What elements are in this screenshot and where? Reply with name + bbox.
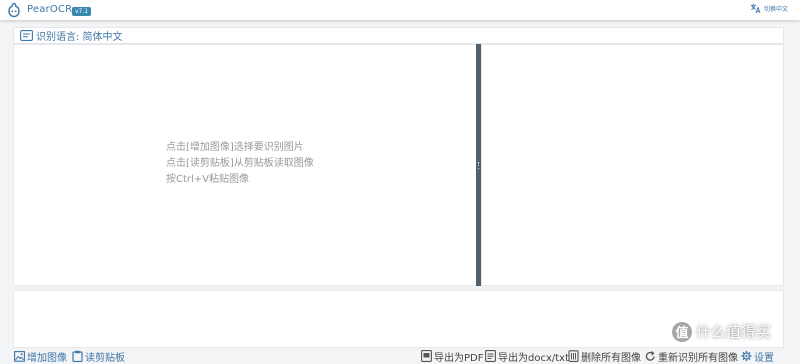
result-text-area[interactable] bbox=[13, 290, 784, 348]
export-pdf-label: 导出为PDF bbox=[434, 352, 484, 364]
export-docx-label: 导出为docx/txt bbox=[498, 352, 570, 364]
export-docx-button[interactable]: 导出为docx/txt bbox=[485, 348, 569, 364]
recognition-language-label: 识别语言: 简体中文 bbox=[36, 32, 123, 43]
bottom-toolbar: 增加图像 读剪贴板 导出为PDF 导出为docx/txt 删除所有图像 重新识别… bbox=[0, 348, 800, 364]
version-badge: v7.1 bbox=[72, 7, 92, 16]
gear-icon bbox=[741, 350, 752, 362]
trash-icon bbox=[568, 350, 579, 362]
watermark-text: 什么值得买 bbox=[696, 323, 772, 341]
ui-language-toggle[interactable]: 切换中文 bbox=[750, 3, 788, 14]
ui-language-label: 切换中文 bbox=[763, 6, 788, 13]
export-pdf-button[interactable]: 导出为PDF bbox=[421, 348, 483, 364]
hint-add-image: 点击[增加图像]选择要识别图片 bbox=[166, 142, 304, 153]
clipboard-icon bbox=[72, 350, 83, 362]
pear-logo-icon bbox=[8, 2, 20, 18]
image-add-icon bbox=[14, 351, 25, 362]
app-window: PearOCR v7.1 切换中文 识别语言: 简体中文 点击[增加图像]选择要… bbox=[0, 0, 800, 364]
add-image-label: 增加图像 bbox=[27, 352, 67, 364]
translate-icon bbox=[750, 3, 761, 14]
watermark-badge: 值 bbox=[672, 321, 692, 342]
app-title: PearOCR bbox=[27, 4, 73, 15]
pdf-icon bbox=[421, 350, 432, 362]
hint-paste: 按Ctrl+V粘贴图像 bbox=[166, 174, 250, 185]
settings-button[interactable]: 设置 bbox=[741, 348, 774, 364]
read-clipboard-label: 读剪贴板 bbox=[85, 352, 125, 364]
image-panel[interactable]: 点击[增加图像]选择要识别图片 点击[读剪贴板]从剪贴板读取图像 按Ctrl+V… bbox=[13, 44, 477, 286]
language-icon bbox=[20, 30, 33, 41]
reidentify-all-button[interactable]: 重新识别所有图像 bbox=[645, 348, 738, 364]
preview-panel bbox=[481, 44, 784, 286]
docx-icon bbox=[485, 350, 496, 362]
delete-all-button[interactable]: 删除所有图像 bbox=[568, 348, 641, 364]
delete-all-label: 删除所有图像 bbox=[581, 352, 641, 364]
settings-label: 设置 bbox=[754, 352, 774, 364]
hint-read-clipboard: 点击[读剪贴板]从剪贴板读取图像 bbox=[166, 158, 314, 169]
header-bar: PearOCR v7.1 切换中文 bbox=[0, 0, 800, 20]
refresh-icon bbox=[645, 351, 655, 361]
read-clipboard-button[interactable]: 读剪贴板 bbox=[72, 348, 125, 364]
watermark: 值 什么值得买 bbox=[672, 321, 771, 342]
grip-dots-icon bbox=[477, 162, 480, 169]
add-image-button[interactable]: 增加图像 bbox=[14, 348, 67, 364]
recognition-language-selector[interactable]: 识别语言: 简体中文 bbox=[13, 27, 784, 44]
instructions: 点击[增加图像]选择要识别图片 点击[读剪贴板]从剪贴板读取图像 按Ctrl+V… bbox=[166, 140, 314, 188]
reidentify-all-label: 重新识别所有图像 bbox=[658, 352, 738, 364]
